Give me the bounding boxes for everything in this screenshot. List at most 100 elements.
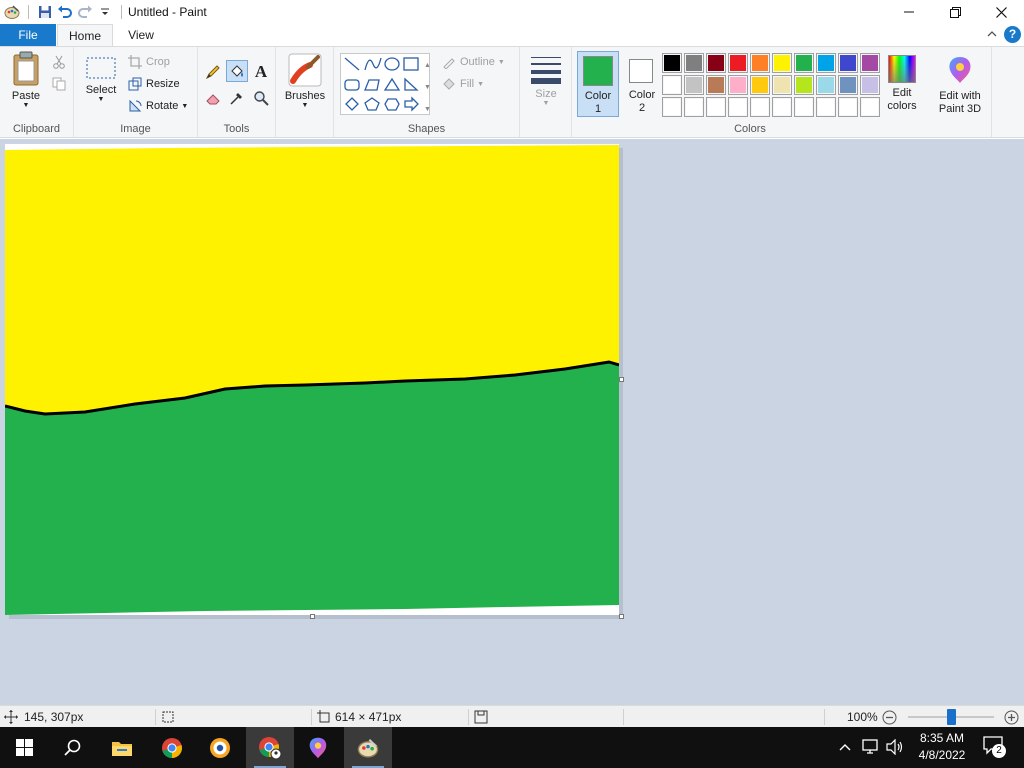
- palette-swatch[interactable]: [662, 53, 682, 73]
- paste-button[interactable]: Paste ▼: [6, 51, 46, 109]
- palette-swatch[interactable]: [794, 75, 814, 95]
- zoom-in-button[interactable]: [1004, 706, 1019, 728]
- palette-swatch[interactable]: [728, 97, 748, 117]
- shapes-scroll[interactable]: ▲ ▼ ▼: [424, 55, 431, 121]
- palette-swatch[interactable]: [816, 75, 836, 95]
- resize-handle-right[interactable]: [619, 377, 624, 382]
- palette-swatch[interactable]: [706, 75, 726, 95]
- palette-swatch[interactable]: [706, 53, 726, 73]
- chevron-down-icon: ▼: [22, 102, 30, 109]
- clock-date: 4/8/2022: [918, 748, 966, 762]
- zoom-slider[interactable]: [908, 706, 994, 728]
- palette-swatch[interactable]: [772, 97, 792, 117]
- fill-bucket-icon[interactable]: [226, 60, 248, 82]
- separator: [623, 709, 624, 725]
- ribbon: Paste ▼ Clipboard Select ▼ Crop Resize R…: [0, 46, 1024, 138]
- palette-swatch[interactable]: [750, 75, 770, 95]
- rotate-button[interactable]: Rotate ▼: [128, 96, 188, 116]
- palette-swatch[interactable]: [860, 53, 880, 73]
- text-tool-icon[interactable]: A: [250, 61, 272, 83]
- zoom-out-button[interactable]: [882, 706, 897, 728]
- cut-icon[interactable]: [52, 55, 66, 72]
- canvas-workspace[interactable]: [0, 139, 1024, 705]
- edit-with-paint3d-button[interactable]: Edit with Paint 3D: [932, 55, 988, 116]
- paint-canvas[interactable]: [5, 144, 619, 615]
- palette-swatch[interactable]: [860, 75, 880, 95]
- diamond-shape-icon: [345, 97, 359, 111]
- palette-swatch[interactable]: [794, 53, 814, 73]
- resize-handle-corner[interactable]: [619, 614, 624, 619]
- undo-icon[interactable]: [55, 2, 75, 22]
- windows-logo-icon: [15, 739, 33, 756]
- chrome-profile-taskbar-icon[interactable]: [246, 727, 294, 768]
- fill-button[interactable]: Fill ▼: [442, 74, 484, 94]
- collapse-ribbon-icon[interactable]: [986, 28, 998, 43]
- show-hidden-icons-icon[interactable]: [838, 740, 852, 757]
- search-button[interactable]: [48, 727, 96, 768]
- crop-button[interactable]: Crop: [128, 52, 170, 72]
- paint-taskbar-icon[interactable]: [344, 727, 392, 768]
- palette-swatch[interactable]: [662, 97, 682, 117]
- paint3d-taskbar-icon[interactable]: [294, 727, 342, 768]
- network-icon[interactable]: [862, 739, 880, 758]
- fill-label: Fill: [460, 78, 475, 90]
- edit-colors-button[interactable]: Edit colors: [882, 55, 922, 113]
- tab-home[interactable]: Home: [57, 24, 113, 46]
- resize-handle-bottom[interactable]: [310, 614, 315, 619]
- palette-swatch[interactable]: [816, 53, 836, 73]
- select-button[interactable]: Select ▼: [82, 55, 120, 103]
- palette-swatch[interactable]: [684, 75, 704, 95]
- minimize-button[interactable]: [886, 0, 932, 24]
- save-icon[interactable]: [35, 2, 55, 22]
- system-clock[interactable]: 8:35 AM 4/8/2022: [912, 730, 972, 764]
- tab-file[interactable]: File: [0, 24, 56, 46]
- color2-button[interactable]: Color 2: [623, 51, 661, 117]
- customize-quick-access-icon[interactable]: [95, 2, 115, 22]
- brushes-label: Brushes: [284, 90, 326, 102]
- palette-swatch[interactable]: [794, 97, 814, 117]
- chevron-down-icon: ▼: [301, 102, 309, 109]
- notification-center-button[interactable]: 2: [982, 735, 1008, 759]
- chrome-taskbar-icon[interactable]: [148, 727, 196, 768]
- separator: [121, 5, 122, 19]
- resize-button[interactable]: Resize: [128, 74, 180, 94]
- palette-swatch[interactable]: [772, 75, 792, 95]
- zoom-slider-thumb[interactable]: [946, 709, 956, 725]
- brushes-button[interactable]: Brushes ▼: [282, 53, 328, 109]
- redo-icon[interactable]: [75, 2, 95, 22]
- palette-swatch[interactable]: [860, 97, 880, 117]
- palette-swatch[interactable]: [816, 97, 836, 117]
- eraser-icon[interactable]: [202, 87, 224, 109]
- brave-taskbar-icon[interactable]: [196, 727, 244, 768]
- palette-swatch[interactable]: [838, 75, 858, 95]
- volume-icon[interactable]: [886, 738, 904, 758]
- clock-time: 8:35 AM: [919, 731, 965, 745]
- magnifier-icon[interactable]: [250, 87, 272, 109]
- paint-app-icon[interactable]: [2, 2, 22, 22]
- palette-swatch[interactable]: [838, 53, 858, 73]
- palette-swatch[interactable]: [706, 97, 726, 117]
- zoom-in-icon: [1004, 710, 1019, 724]
- color-picker-icon[interactable]: [226, 87, 248, 109]
- help-icon[interactable]: ?: [1004, 26, 1021, 43]
- start-button[interactable]: [0, 727, 48, 768]
- palette-swatch[interactable]: [662, 75, 682, 95]
- close-button[interactable]: [978, 0, 1024, 24]
- pencil-icon[interactable]: [202, 61, 224, 83]
- palette-swatch[interactable]: [838, 97, 858, 117]
- size-button[interactable]: Size ▼: [526, 55, 566, 107]
- copy-icon[interactable]: [52, 77, 66, 94]
- palette-swatch[interactable]: [772, 53, 792, 73]
- color1-button[interactable]: Color 1: [577, 51, 619, 117]
- outline-button[interactable]: Outline ▼: [442, 52, 505, 72]
- file-explorer-taskbar-icon[interactable]: [98, 727, 146, 768]
- palette-swatch[interactable]: [728, 53, 748, 73]
- selection-size-icon: [162, 711, 174, 723]
- palette-swatch[interactable]: [684, 97, 704, 117]
- palette-swatch[interactable]: [684, 53, 704, 73]
- tab-view[interactable]: View: [116, 24, 166, 46]
- palette-swatch[interactable]: [750, 97, 770, 117]
- restore-button[interactable]: [932, 0, 978, 24]
- palette-swatch[interactable]: [728, 75, 748, 95]
- palette-swatch[interactable]: [750, 53, 770, 73]
